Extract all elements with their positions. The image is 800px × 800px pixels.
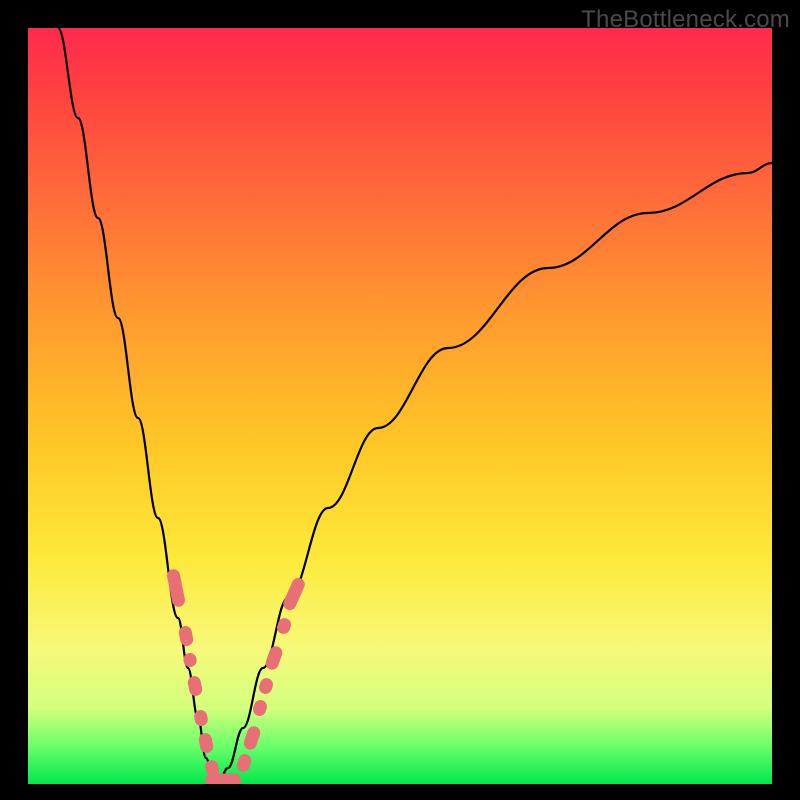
data-marker bbox=[281, 576, 307, 612]
chart-plot-area bbox=[28, 28, 772, 784]
data-marker bbox=[257, 676, 275, 695]
data-marker bbox=[242, 725, 262, 752]
data-marker bbox=[187, 675, 204, 697]
chart-svg bbox=[28, 28, 772, 784]
curve-group bbox=[58, 28, 772, 783]
data-marker bbox=[198, 732, 215, 754]
left-curve bbox=[58, 28, 218, 783]
data-marker bbox=[251, 698, 268, 717]
data-marker bbox=[166, 568, 186, 608]
right-curve bbox=[218, 163, 772, 783]
watermark-text: TheBottleneck.com bbox=[581, 6, 790, 34]
data-marker bbox=[205, 774, 241, 785]
data-marker bbox=[264, 645, 284, 672]
markers-group bbox=[166, 568, 307, 784]
data-marker bbox=[235, 752, 253, 773]
